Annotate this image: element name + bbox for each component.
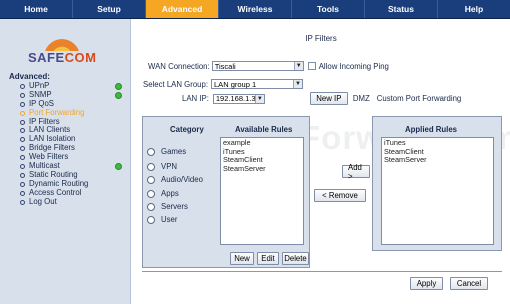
bullet-icon	[20, 92, 25, 98]
custom-port-forwarding-link[interactable]: Custom Port Forwarding	[377, 94, 462, 103]
bullet-icon	[20, 172, 25, 178]
page-title: IP Filters	[305, 34, 337, 43]
lan-ip-select[interactable]: 192.168.1.3 ▼	[212, 93, 265, 104]
apply-button[interactable]: Apply	[410, 277, 443, 290]
safecom-logo: SAFECOM	[28, 37, 96, 69]
tab-help[interactable]: Help	[438, 0, 510, 18]
sidebar-heading: Advanced:	[9, 72, 50, 81]
bullet-icon	[20, 199, 25, 205]
bullet-icon	[20, 137, 25, 143]
tab-advanced[interactable]: Advanced	[146, 0, 219, 18]
bullet-icon	[20, 163, 25, 169]
category-radio-audio-video[interactable]: Audio/Video	[147, 175, 203, 184]
available-rules-list[interactable]: example iTunes SteamClient SteamServer	[220, 137, 304, 245]
status-green-icon	[115, 82, 122, 90]
category-title: Category	[170, 125, 204, 134]
lan-group-row: Select LAN Group: LAN group 1 ▼	[143, 79, 304, 89]
tab-wireless[interactable]: Wireless	[219, 0, 292, 18]
delete-rule-button[interactable]: Delete	[282, 252, 309, 265]
dmz-link[interactable]: DMZ	[353, 94, 370, 103]
lan-ip-row: LAN IP: 192.168.1.3 ▼ New IP DMZ Custom …	[182, 92, 461, 105]
main-content: IP Filters WAN Connection: Tiscali ▼ All…	[132, 19, 510, 304]
bullet-icon	[20, 190, 25, 196]
radio-icon	[147, 175, 155, 184]
cancel-button[interactable]: Cancel	[450, 277, 488, 290]
bullet-icon	[20, 83, 25, 89]
category-radio-apps[interactable]: Apps	[147, 189, 179, 198]
applied-rules-list[interactable]: iTunes SteamClient SteamServer	[381, 137, 494, 245]
bullet-icon	[20, 119, 25, 125]
lan-group-select[interactable]: LAN group 1 ▼	[211, 79, 304, 89]
radio-icon	[147, 215, 155, 224]
applied-rules-panel: Applied Rules iTunes SteamClient SteamSe…	[372, 116, 502, 251]
tab-tools[interactable]: Tools	[292, 0, 365, 18]
category-radio-servers[interactable]: Servers	[147, 202, 188, 211]
category-radio-user[interactable]: User	[147, 215, 177, 224]
status-green-icon	[115, 162, 122, 170]
status-green-icon	[115, 91, 122, 99]
radio-icon	[147, 202, 155, 211]
sidebar: SAFECOM Advanced: UPnP SNMP IP QoS Port …	[0, 19, 131, 304]
wan-row: WAN Connection: Tiscali ▼ Allow Incoming…	[148, 61, 389, 71]
new-rule-button[interactable]: New	[230, 252, 254, 265]
lan-group-label: Select LAN Group:	[143, 79, 209, 89]
available-rules-title: Available Rules	[235, 125, 293, 134]
radio-icon	[147, 162, 155, 171]
edit-rule-button[interactable]: Edit	[257, 252, 279, 265]
wan-label: WAN Connection:	[148, 61, 210, 71]
category-radio-vpn[interactable]: VPN	[147, 162, 177, 171]
tab-setup[interactable]: Setup	[73, 0, 146, 18]
bullet-icon	[20, 181, 25, 187]
chevron-down-icon: ▼	[293, 62, 303, 70]
new-ip-button[interactable]: New IP	[309, 92, 348, 105]
add-button[interactable]: Add >	[342, 163, 370, 181]
list-item[interactable]: SteamServer	[223, 164, 301, 174]
category-radio-games[interactable]: Games	[147, 147, 186, 156]
lan-ip-label: LAN IP:	[182, 94, 209, 103]
allow-ping-label: Allow Incoming Ping	[318, 61, 389, 71]
remove-button[interactable]: < Remove	[314, 189, 366, 202]
radio-icon	[147, 189, 155, 198]
sidebar-menu: UPnP SNMP IP QoS Port Forwarding IP Filt…	[20, 81, 130, 207]
top-nav: Home Setup Advanced Wireless Tools Statu…	[0, 0, 510, 19]
bullet-icon	[20, 110, 25, 116]
rules-panel: Category Available Rules Games VPN Audio…	[142, 116, 310, 268]
divider	[142, 271, 502, 272]
sidebar-item-log-out[interactable]: Log Out	[20, 197, 130, 207]
chevron-down-icon: ▼	[293, 80, 303, 88]
list-item[interactable]: SteamServer	[384, 155, 491, 165]
bullet-icon	[20, 101, 25, 107]
applied-rules-title: Applied Rules	[405, 125, 457, 134]
wan-connection-select[interactable]: Tiscali ▼	[211, 61, 304, 71]
chevron-down-icon: ▼	[254, 94, 264, 103]
tab-status[interactable]: Status	[365, 0, 438, 18]
radio-icon	[147, 147, 155, 156]
tab-home[interactable]: Home	[0, 0, 73, 18]
bullet-icon	[20, 128, 25, 134]
bullet-icon	[20, 146, 25, 152]
sun-logo-icon	[32, 37, 92, 51]
logo-wordmark: SAFECOM	[28, 50, 97, 65]
allow-ping-checkbox[interactable]	[307, 62, 316, 70]
bullet-icon	[20, 155, 25, 161]
